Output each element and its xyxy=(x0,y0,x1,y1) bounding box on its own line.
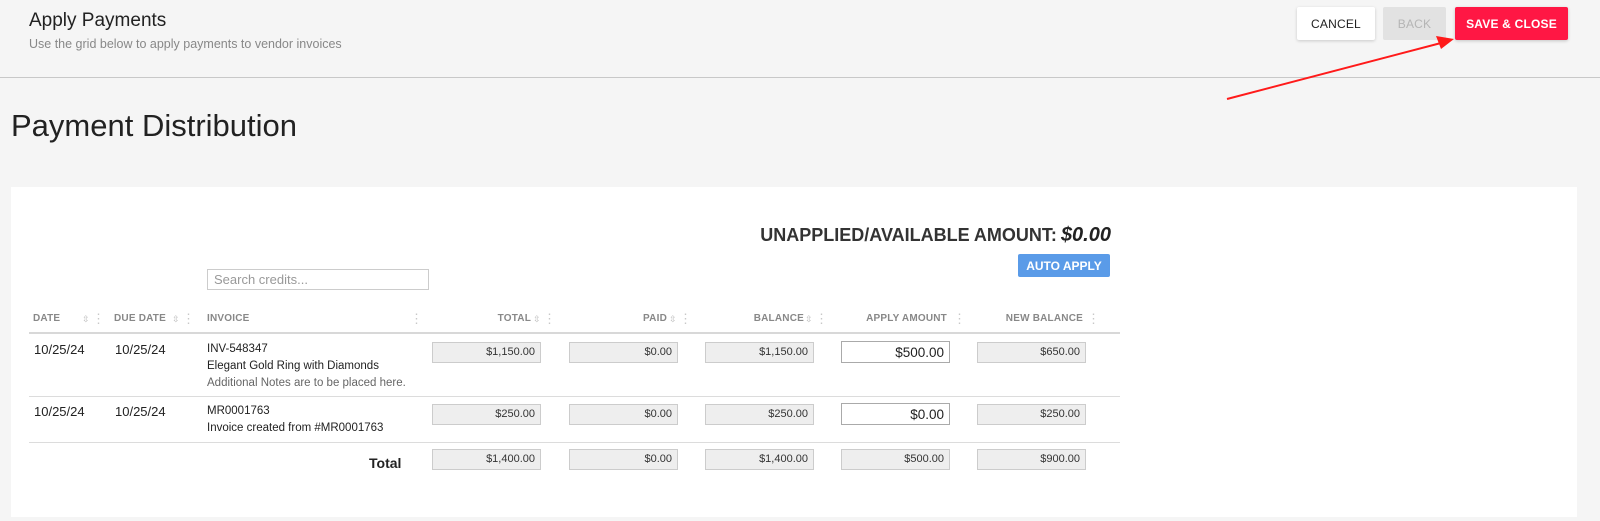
column-header-new-balance[interactable]: NEW BALANCE xyxy=(975,304,1083,334)
column-menu-icon[interactable]: ⋮ xyxy=(92,304,105,334)
column-header-invoice[interactable]: INVOICE xyxy=(207,304,250,334)
column-header-paid[interactable]: PAID xyxy=(565,304,667,334)
row-balance: $1,150.00 xyxy=(705,342,814,363)
section-title: Payment Distribution xyxy=(11,108,298,143)
row-invoice-number: MR0001763 xyxy=(207,405,270,417)
sort-icon[interactable]: ⇳ xyxy=(82,304,90,334)
column-menu-icon[interactable]: ⋮ xyxy=(679,304,692,334)
totals-row: Total $1,400.00 $0.00 $1,400.00 $500.00 … xyxy=(29,443,1120,478)
row-paid: $0.00 xyxy=(569,342,678,363)
column-header-date[interactable]: DATE xyxy=(33,304,60,334)
totals-balance: $1,400.00 xyxy=(705,449,814,470)
sort-icon[interactable]: ⇳ xyxy=(172,304,180,334)
search-credits-input[interactable] xyxy=(207,269,429,290)
column-menu-icon[interactable]: ⋮ xyxy=(182,304,195,334)
row-date: 10/25/24 xyxy=(34,404,85,419)
cancel-button[interactable]: CANCEL xyxy=(1297,7,1375,40)
unapplied-value: $0.00 xyxy=(1060,224,1111,246)
unapplied-amount: UNAPPLIED/AVAILABLE AMOUNT: $0.00 xyxy=(11,224,1111,247)
page-title: Apply Payments xyxy=(29,10,167,31)
row-due-date: 10/25/24 xyxy=(115,404,166,419)
apply-amount-input[interactable] xyxy=(841,403,950,425)
row-balance: $250.00 xyxy=(705,404,814,425)
grid-header: DATE ⇳ ⋮ DUE DATE ⇳ ⋮ INVOICE ⋮ TOTAL ⇳ … xyxy=(29,304,1120,334)
column-header-due-date[interactable]: DUE DATE xyxy=(114,304,166,334)
column-header-balance[interactable]: BALANCE xyxy=(701,304,804,334)
header-bar: Apply Payments Use the grid below to app… xyxy=(0,0,1600,78)
auto-apply-button[interactable]: AUTO APPLY xyxy=(1018,254,1110,277)
row-new-balance: $250.00 xyxy=(977,404,1086,425)
back-button[interactable]: BACK xyxy=(1383,7,1446,40)
column-menu-icon[interactable]: ⋮ xyxy=(410,304,423,334)
apply-amount-input[interactable] xyxy=(841,341,950,363)
table-row: 10/25/24 10/25/24 MR0001763 Invoice crea… xyxy=(29,397,1120,443)
sort-icon[interactable]: ⇳ xyxy=(533,304,541,334)
save-close-button[interactable]: SAVE & CLOSE xyxy=(1455,7,1568,40)
unapplied-label: UNAPPLIED/AVAILABLE AMOUNT: xyxy=(760,225,1057,245)
invoice-grid: DATE ⇳ ⋮ DUE DATE ⇳ ⋮ INVOICE ⋮ TOTAL ⇳ … xyxy=(29,304,1120,478)
row-due-date: 10/25/24 xyxy=(115,342,166,357)
totals-total: $1,400.00 xyxy=(432,449,541,470)
table-row: 10/25/24 10/25/24 INV-548347 Elegant Gol… xyxy=(29,334,1120,397)
totals-new-balance: $900.00 xyxy=(977,449,1086,470)
column-header-total[interactable]: TOTAL xyxy=(429,304,531,334)
totals-apply-amount: $500.00 xyxy=(841,449,950,470)
column-menu-icon[interactable]: ⋮ xyxy=(1087,304,1100,334)
column-menu-icon[interactable]: ⋮ xyxy=(543,304,556,334)
row-total: $1,150.00 xyxy=(432,342,541,363)
payment-distribution-panel: UNAPPLIED/AVAILABLE AMOUNT: $0.00 AUTO AP… xyxy=(11,187,1577,517)
totals-paid: $0.00 xyxy=(569,449,678,470)
row-total: $250.00 xyxy=(432,404,541,425)
row-date: 10/25/24 xyxy=(34,342,85,357)
row-paid: $0.00 xyxy=(569,404,678,425)
page-subtitle: Use the grid below to apply payments to … xyxy=(29,37,342,51)
column-menu-icon[interactable]: ⋮ xyxy=(953,304,966,334)
row-invoice-description: Invoice created from #MR0001763 xyxy=(207,422,384,434)
sort-icon[interactable]: ⇳ xyxy=(669,304,677,334)
column-header-apply-amount[interactable]: APPLY AMOUNT xyxy=(837,304,947,334)
totals-label: Total xyxy=(369,455,402,471)
row-new-balance: $650.00 xyxy=(977,342,1086,363)
column-menu-icon[interactable]: ⋮ xyxy=(815,304,828,334)
row-invoice-number: INV-548347 xyxy=(207,343,268,355)
row-invoice-description: Elegant Gold Ring with Diamonds xyxy=(207,360,379,372)
sort-icon[interactable]: ⇳ xyxy=(805,304,813,334)
row-invoice-note: Additional Notes are to be placed here. xyxy=(207,377,406,389)
